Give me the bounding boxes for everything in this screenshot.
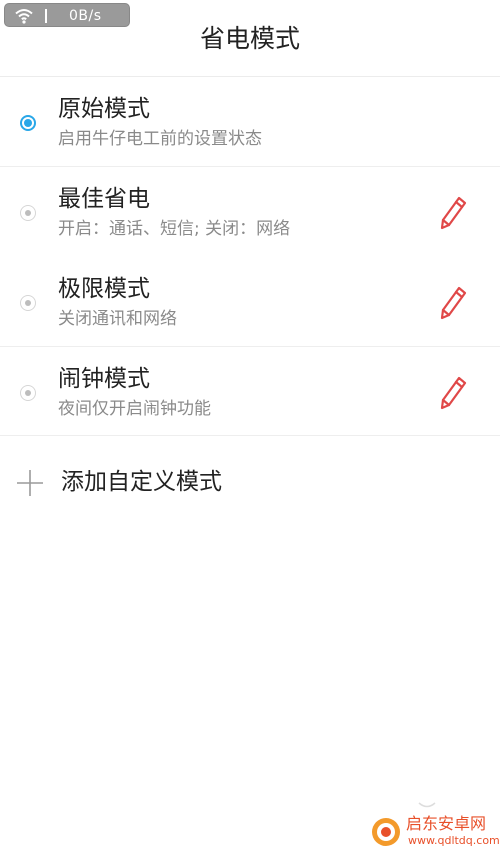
radio-unselected-icon[interactable] <box>20 205 36 221</box>
mode-item-extreme[interactable]: 极限模式 关闭通讯和网络 <box>0 257 500 345</box>
page-title: 省电模式 <box>199 24 300 53</box>
edit-pencil-icon[interactable] <box>438 285 470 321</box>
mode-title: 极限模式 <box>58 276 150 302</box>
radio-unselected-icon[interactable] <box>20 385 36 401</box>
add-custom-mode-label: 添加自定义模式 <box>61 469 222 495</box>
mode-description: 关闭通讯和网络 <box>58 309 177 329</box>
mode-item-best-saving[interactable]: 最佳省电 开启：通话、短信; 关闭：网络 <box>0 167 500 255</box>
watermark-name: 启东安卓网 <box>406 814 487 833</box>
site-watermark: 启东安卓网 www.qdltdq.com <box>370 802 500 852</box>
edit-pencil-icon[interactable] <box>438 195 470 231</box>
mode-description: 夜间仅开启闹钟功能 <box>58 399 211 419</box>
radio-unselected-icon[interactable] <box>20 295 36 311</box>
watermark-url: www.qdltdq.com <box>408 834 500 847</box>
plus-icon <box>17 470 43 496</box>
mode-title: 最佳省电 <box>58 186 150 212</box>
mode-item-original[interactable]: 原始模式 启用牛仔电工前的设置状态 <box>0 77 500 165</box>
power-saving-screen: 0B/s 省电模式 原始模式 启用牛仔电工前的设置状态 最佳省电 开启：通话、短… <box>0 0 500 855</box>
row-divider <box>0 435 500 436</box>
mode-item-alarm[interactable]: 闹钟模式 夜间仅开启闹钟功能 <box>0 347 500 435</box>
add-custom-mode-button[interactable]: 添加自定义模式 <box>0 455 500 511</box>
edit-pencil-icon[interactable] <box>438 375 470 411</box>
smile-icon <box>418 802 436 808</box>
mode-title: 原始模式 <box>58 96 150 122</box>
mode-description: 开启：通话、短信; 关闭：网络 <box>58 219 291 239</box>
mode-description: 启用牛仔电工前的设置状态 <box>58 129 262 149</box>
radio-selected-icon[interactable] <box>20 115 36 131</box>
watermark-logo-icon <box>372 818 400 846</box>
mode-title: 闹钟模式 <box>58 366 150 392</box>
